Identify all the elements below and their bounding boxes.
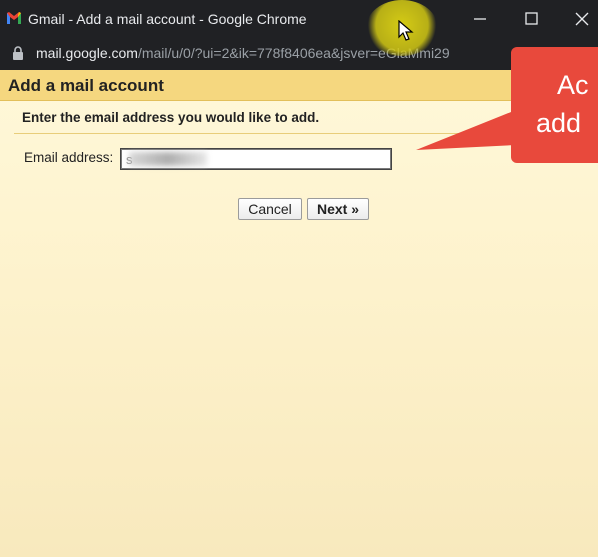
close-icon[interactable] [570, 8, 594, 30]
lock-icon [12, 46, 24, 61]
window-title: Gmail - Add a mail account - Google Chro… [28, 11, 307, 27]
dialog-title: Add a mail account [8, 76, 164, 95]
blurred-email-text [129, 152, 207, 166]
next-button[interactable]: Next » [307, 198, 369, 220]
email-label: Email address: [24, 150, 114, 165]
cursor-icon [398, 20, 414, 41]
callout-line-2: add [536, 108, 582, 138]
address-bar[interactable]: mail.google.com/mail/u/0/?ui=2&ik=778f84… [0, 38, 598, 70]
callout-pointer [416, 110, 516, 150]
minimize-icon[interactable] [468, 8, 492, 30]
maximize-icon[interactable] [519, 8, 543, 30]
callout-box [511, 47, 598, 163]
url-domain: mail.google.com [36, 45, 138, 61]
callout-line-1: Ac [557, 70, 589, 100]
browser-title-bar: Gmail - Add a mail account - Google Chro… [0, 0, 598, 38]
cancel-button[interactable]: Cancel [238, 198, 302, 220]
gmail-icon [6, 11, 22, 25]
dialog-header: Add a mail account [0, 70, 598, 101]
instruction-text: Enter the email address you would like t… [22, 110, 320, 125]
